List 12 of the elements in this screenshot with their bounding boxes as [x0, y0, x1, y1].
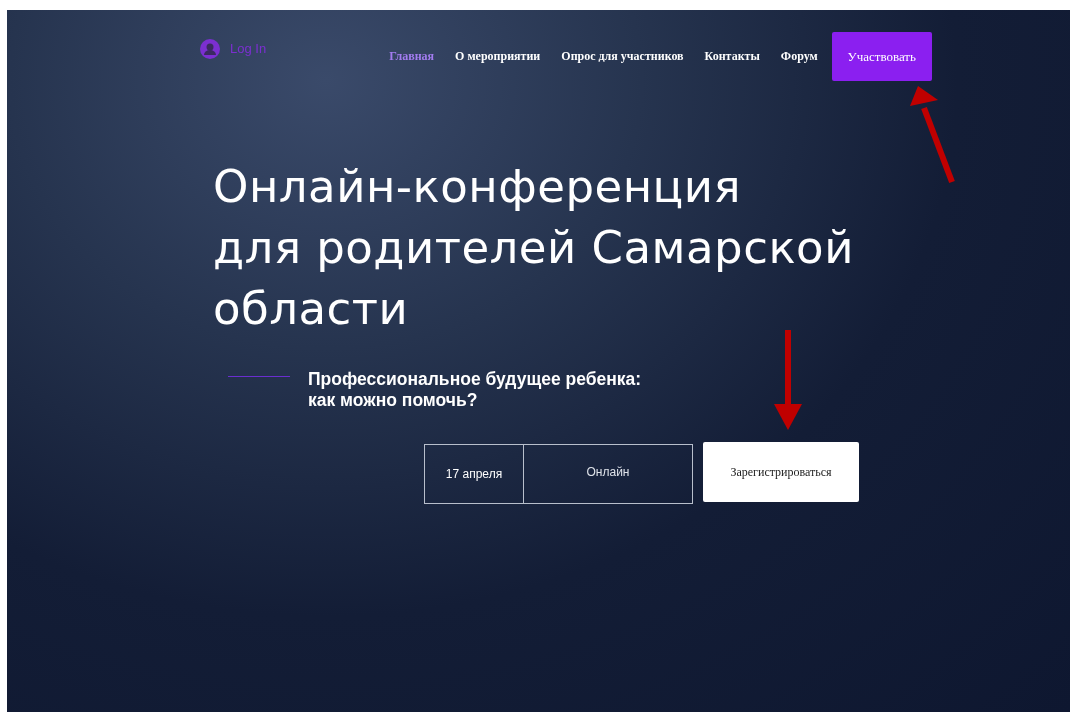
hero-title: Онлайн-конференция для родителей Самарской области [213, 159, 855, 337]
event-date: 17 апреля [425, 445, 524, 503]
nav-link[interactable]: Опрос для участников [561, 49, 684, 64]
user-icon [200, 38, 220, 59]
nav-link[interactable]: О мероприятии [455, 49, 541, 64]
participate-button[interactable]: Участвовать [831, 32, 932, 81]
event-format: Онлайн [585, 464, 631, 481]
register-button[interactable]: Зарегистрироваться [703, 442, 859, 502]
nav-link[interactable]: Контакты [704, 49, 760, 64]
nav-link[interactable]: Форум [780, 49, 818, 64]
hero-subtitle: Профессиональное будущее ребенка: как можно помочь? [308, 369, 642, 411]
arrow-icon [772, 330, 804, 430]
